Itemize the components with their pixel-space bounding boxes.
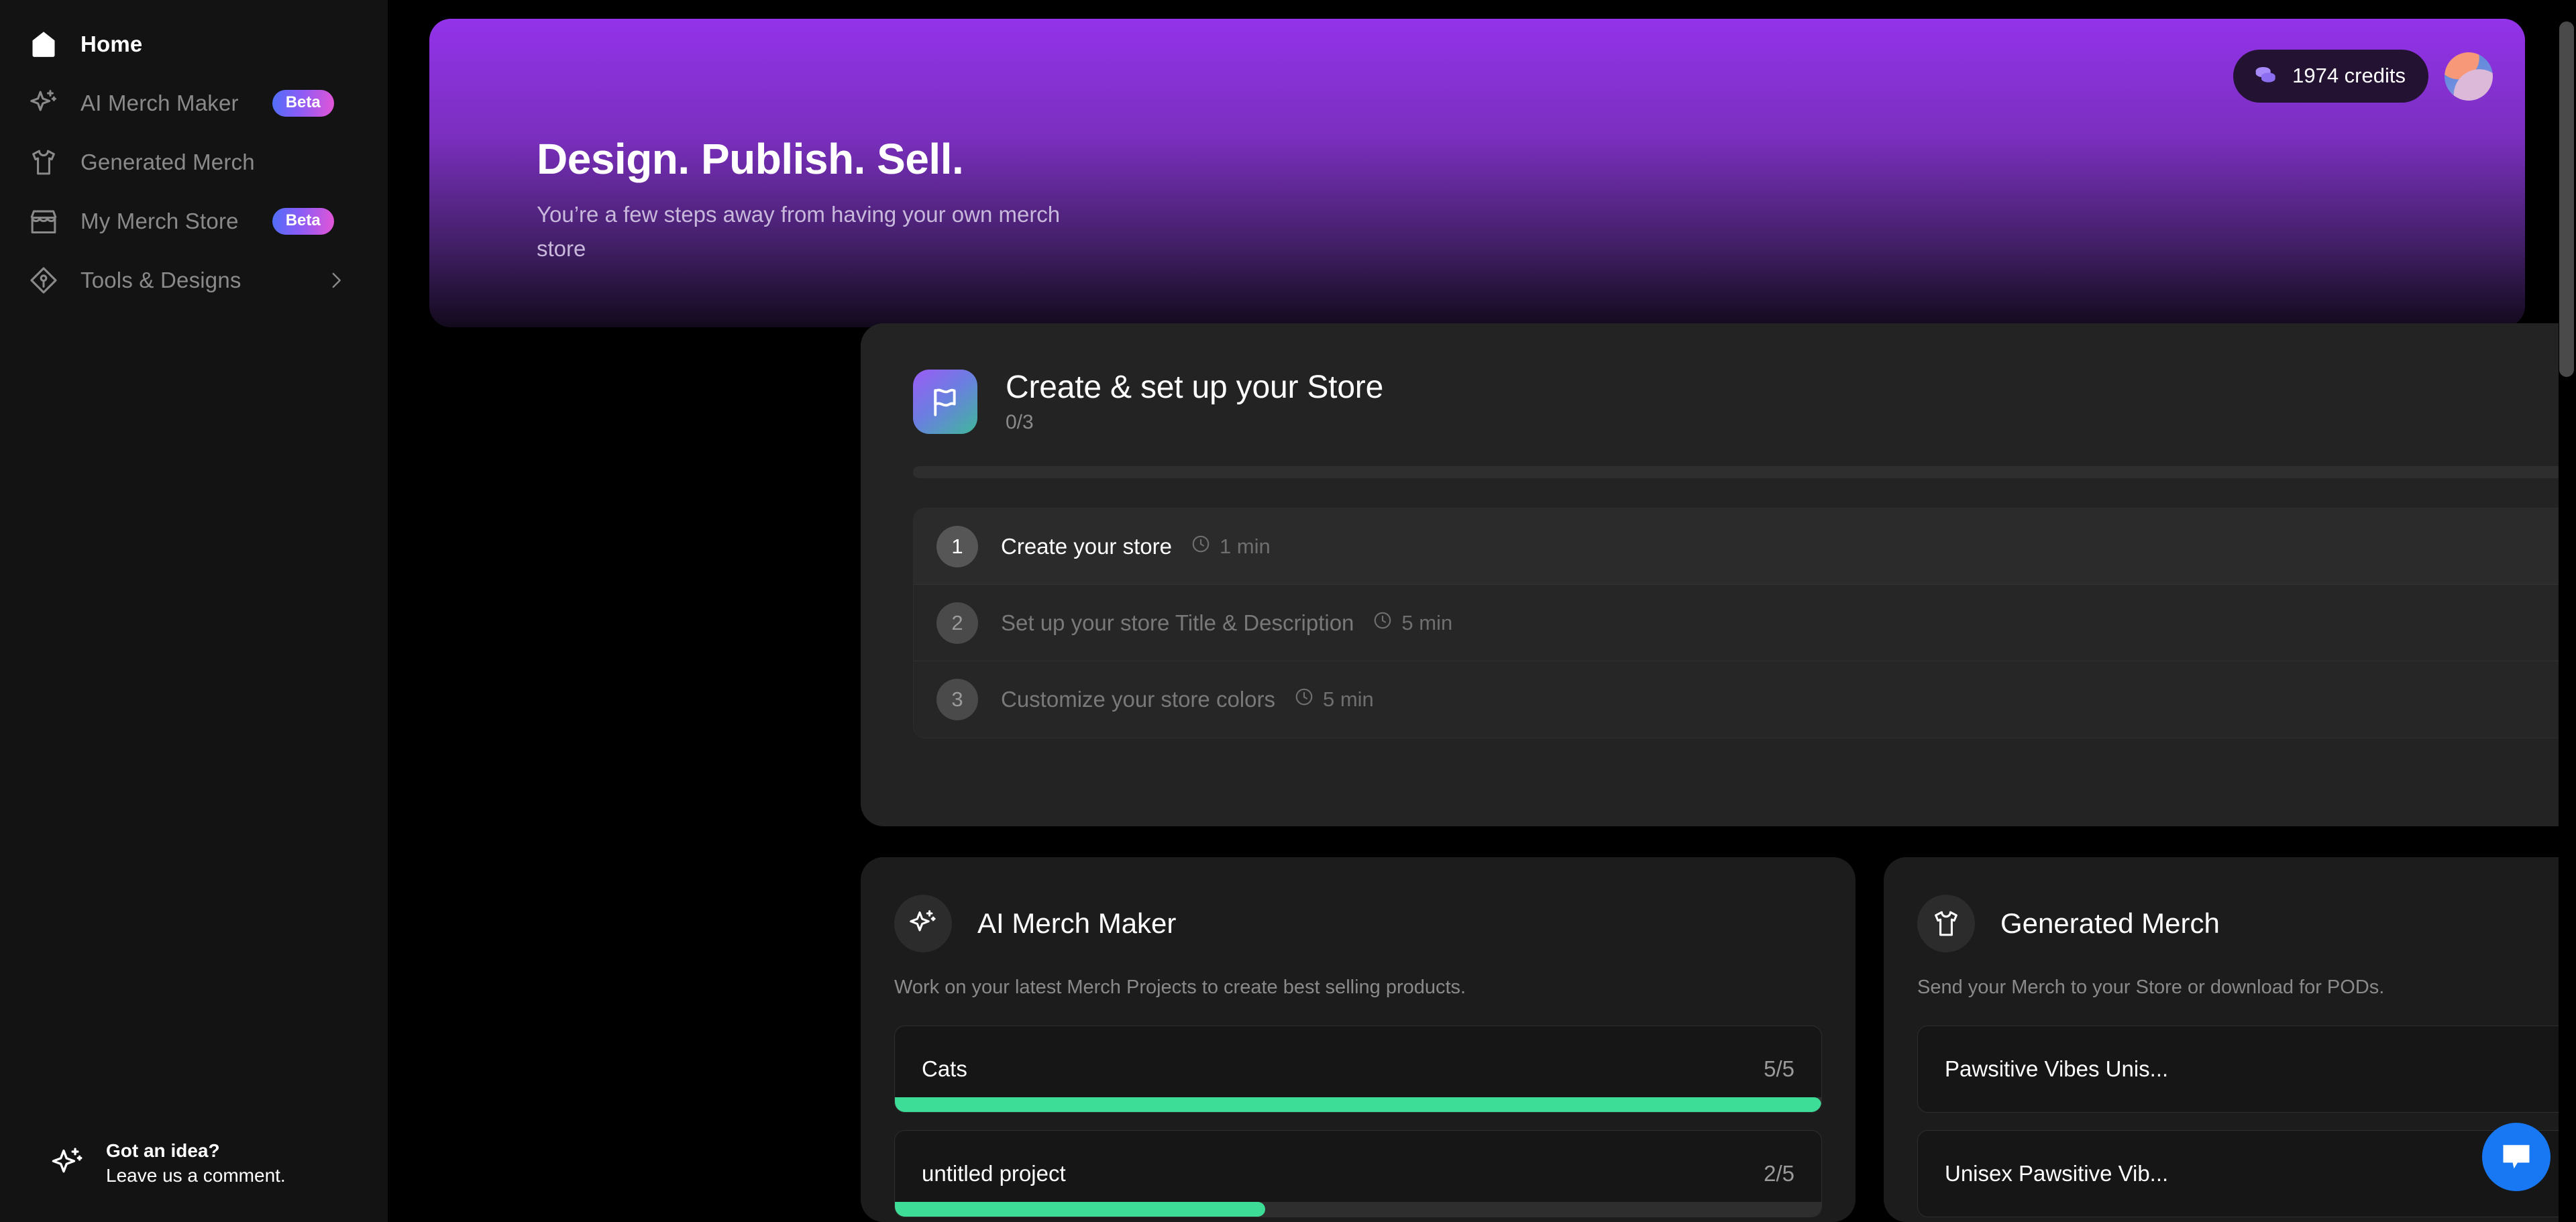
- panel-subtitle: Send your Merch to your Store or downloa…: [1917, 977, 2385, 998]
- step-duration: 5 min: [1373, 610, 1452, 636]
- tshirt-icon: [25, 144, 62, 180]
- avatar[interactable]: [2445, 52, 2493, 101]
- tshirt-icon: [1917, 895, 1975, 952]
- panel-subtitle: Work on your latest Merch Projects to cr…: [894, 977, 1466, 998]
- project-list-item[interactable]: untitled project 2/5: [894, 1130, 1822, 1217]
- credits-label: 1974 credits: [2292, 63, 2406, 87]
- chevron-right-icon[interactable]: [325, 269, 347, 292]
- step-label: Create your store: [1001, 533, 1172, 559]
- sparkle-icon: [50, 1146, 86, 1182]
- project-list-item[interactable]: Cats 5/5: [894, 1025, 1822, 1113]
- merch-list-item[interactable]: Unisex Pawsitive Vib... Completed: [1917, 1130, 2576, 1217]
- flag-icon: [913, 369, 977, 434]
- beta-badge: Beta: [272, 90, 334, 117]
- step-duration-label: 5 min: [1401, 610, 1453, 634]
- store-step-row-1[interactable]: 1 Create your store 1 min: [914, 508, 2576, 585]
- step-number: 2: [936, 602, 978, 644]
- step-duration-label: 1 min: [1219, 534, 1271, 558]
- merch-name: Unisex Pawsitive Vib...: [1945, 1161, 2169, 1186]
- main-content: Design. Publish. Sell. You’re a few step…: [388, 0, 2576, 1222]
- sidebar-item-label: AI Merch Maker: [80, 91, 239, 115]
- sidebar-item-label: Tools & Designs: [80, 268, 241, 292]
- feedback-subtitle: Leave us a comment.: [106, 1165, 286, 1186]
- sparkle-icon: [894, 895, 952, 952]
- sidebar-item-my-merch-store[interactable]: My Merch Store Beta: [0, 192, 388, 251]
- store-step-row-2[interactable]: 2 Set up your store Title & Description …: [914, 585, 2576, 661]
- hero-banner: Design. Publish. Sell. You’re a few step…: [429, 19, 2525, 327]
- dashboard-panels: AI Merch Maker Work on your latest Merch…: [861, 857, 2576, 1222]
- store-progress-bar: [913, 466, 2576, 478]
- generated-merch-panel: Generated Merch Send your Merch to your …: [1884, 857, 2576, 1222]
- project-progress-bar: [895, 1202, 1821, 1217]
- clock-icon: [1294, 687, 1314, 712]
- scrollbar-thumb[interactable]: [2559, 21, 2574, 377]
- hero-actions: 1974 credits: [2233, 50, 2493, 103]
- store-step-row-3[interactable]: 3 Customize your store colors 5 min: [914, 661, 2576, 738]
- step-label: Set up your store Title & Description: [1001, 610, 1354, 635]
- feedback-prompt[interactable]: Got an idea? Leave us a comment.: [50, 1139, 286, 1188]
- step-number: 3: [936, 679, 978, 720]
- sidebar-item-home[interactable]: Home: [0, 15, 388, 74]
- project-progress-count: 2/5: [1764, 1161, 1794, 1186]
- ai-merch-maker-panel: AI Merch Maker Work on your latest Merch…: [861, 857, 1856, 1222]
- store-setup-card: Create & set up your Store 0/3 1 Create …: [861, 323, 2576, 826]
- panel-title: AI Merch Maker: [977, 907, 1177, 939]
- step-duration: 5 min: [1294, 687, 1374, 712]
- credits-badge[interactable]: 1974 credits: [2233, 50, 2428, 103]
- step-duration: 1 min: [1191, 534, 1271, 559]
- merch-list-item[interactable]: Pawsitive Vibes Unis... Completed: [1917, 1025, 2576, 1113]
- coins-icon: [2252, 60, 2279, 91]
- sidebar-item-generated-merch[interactable]: Generated Merch: [0, 133, 388, 192]
- step-label: Customize your store colors: [1001, 687, 1275, 712]
- project-progress-bar: [895, 1097, 1821, 1112]
- clock-icon: [1191, 534, 1211, 559]
- pen-nib-icon: [25, 262, 62, 298]
- sidebar-item-label: Home: [80, 32, 143, 56]
- chat-widget-button[interactable]: [2482, 1123, 2551, 1191]
- store-steps-list: 1 Create your store 1 min 2 Set up your …: [913, 508, 2576, 738]
- scrollbar-track[interactable]: [2559, 0, 2576, 1222]
- hero-title: Design. Publish. Sell.: [537, 135, 964, 183]
- store-card-count: 0/3: [1006, 411, 1034, 433]
- sidebar-item-ai-merch-maker[interactable]: AI Merch Maker Beta: [0, 74, 388, 133]
- hero-subtitle: You’re a few steps away from having your…: [537, 202, 1061, 262]
- sidebar-item-tools-and-designs[interactable]: Tools & Designs: [0, 251, 388, 310]
- storefront-icon: [25, 203, 62, 239]
- merch-name: Pawsitive Vibes Unis...: [1945, 1056, 2169, 1081]
- sidebar-item-label: Generated Merch: [80, 150, 255, 174]
- sparkle-icon: [25, 85, 62, 121]
- clock-icon: [1373, 610, 1393, 636]
- store-card-title: Create & set up your Store: [1006, 370, 1384, 405]
- step-duration-label: 5 min: [1322, 687, 1374, 711]
- panel-title: Generated Merch: [2000, 907, 2220, 939]
- sidebar-item-label: My Merch Store: [80, 209, 239, 233]
- feedback-title: Got an idea?: [106, 1140, 220, 1162]
- step-number: 1: [936, 525, 978, 567]
- sidebar: Home AI Merch Maker Beta Generated Merch: [0, 0, 388, 1222]
- project-name: untitled project: [922, 1161, 1066, 1186]
- app-root: Home AI Merch Maker Beta Generated Merch: [0, 0, 2576, 1222]
- project-name: Cats: [922, 1056, 967, 1081]
- home-icon: [25, 26, 62, 62]
- beta-badge: Beta: [272, 208, 334, 235]
- project-progress-count: 5/5: [1764, 1056, 1794, 1081]
